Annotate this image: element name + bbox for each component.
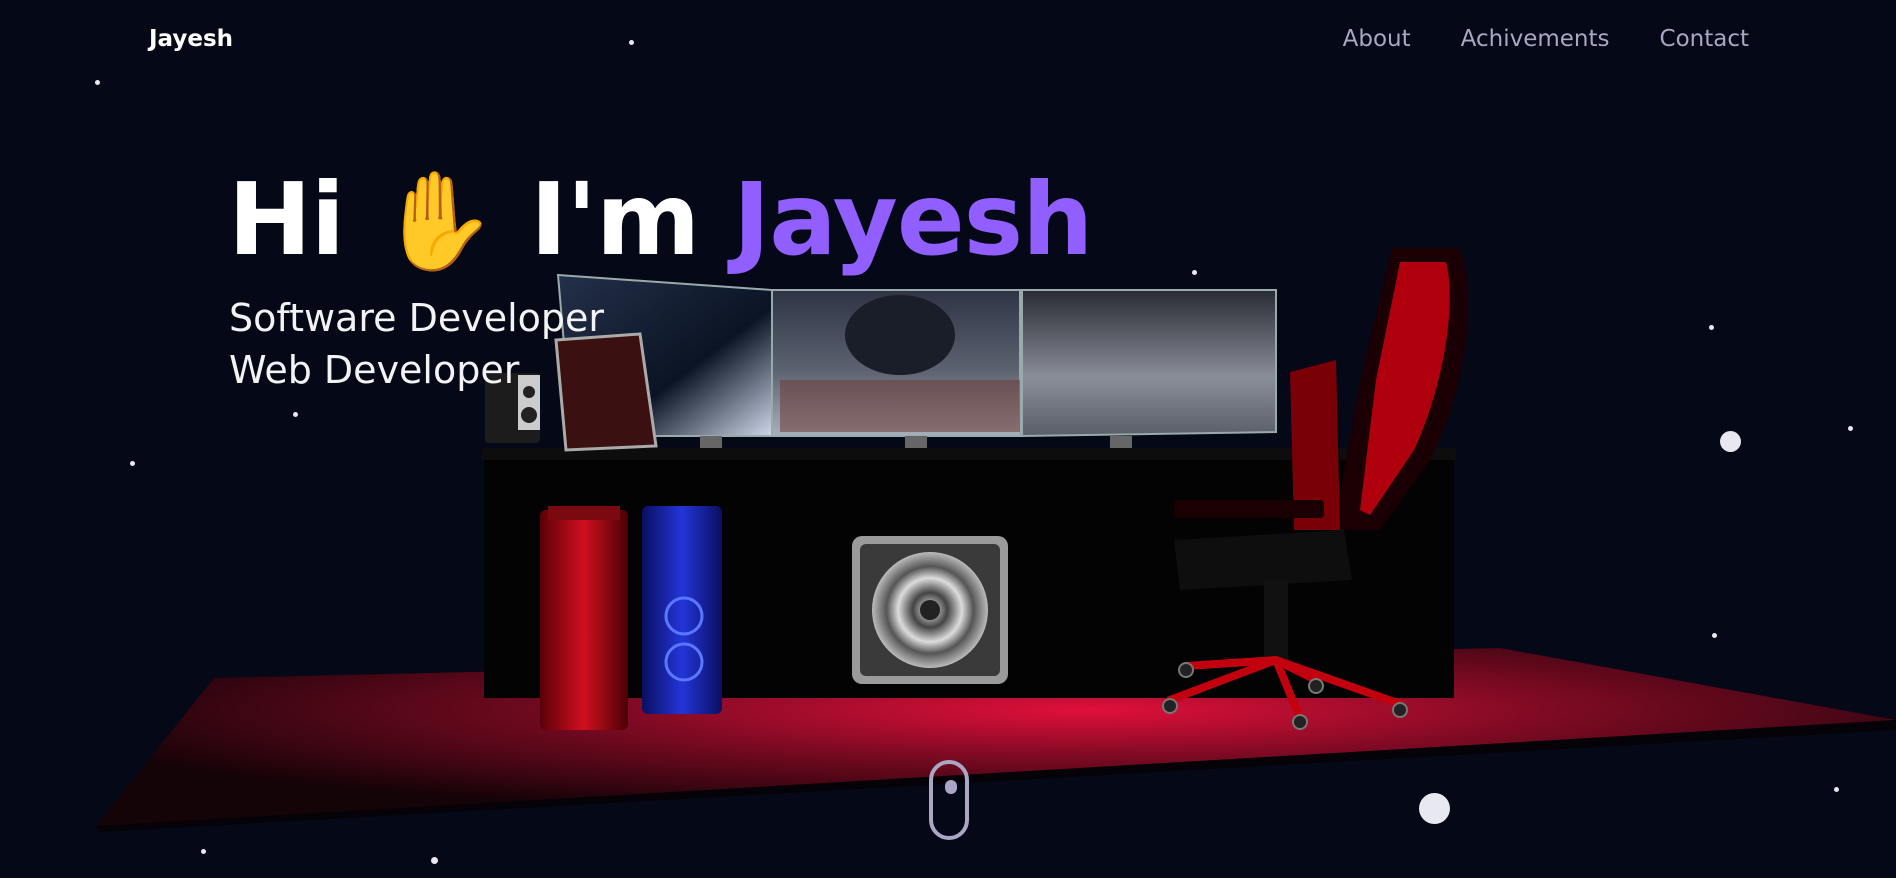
hero-name: Jayesh [733, 161, 1093, 278]
nav-link-contact[interactable]: Contact [1660, 26, 1749, 52]
scroll-down-indicator[interactable] [929, 760, 969, 840]
subtitle-line2: Web Developer [229, 348, 520, 392]
navbar: Jayesh About Achivements Contact [0, 0, 1896, 84]
nav-link-about[interactable]: About [1343, 26, 1411, 52]
subtitle-line1: Software Developer [229, 296, 605, 340]
nav-links: About Achivements Contact [1343, 26, 1749, 52]
hero-scene [0, 0, 1896, 878]
gaming-desk-setup[interactable] [0, 0, 1896, 878]
hero-subtitle: Software Developer Web Developer [229, 292, 604, 396]
hero-greeting: Hi [228, 161, 345, 278]
scroll-dot-icon [945, 780, 957, 794]
logo[interactable]: Jayesh [149, 26, 233, 52]
hero-intro: I'm [530, 161, 700, 278]
nav-link-achivements[interactable]: Achivements [1461, 26, 1610, 52]
waving-hand-icon: ✋ [377, 165, 498, 277]
hero-title: Hi ✋ I'm Jayesh [228, 165, 1093, 277]
